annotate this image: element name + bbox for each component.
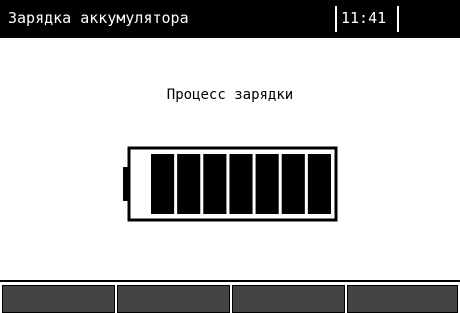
- softkey-2[interactable]: [117, 285, 230, 313]
- charging-status-text: Процесс зарядки: [166, 87, 294, 103]
- battery-segment: [151, 154, 175, 214]
- softkey-divider: [0, 280, 460, 282]
- battery-segment: [307, 154, 331, 214]
- device-screen: Зарядка аккумулятора 11:41 Процесс заряд…: [0, 0, 460, 313]
- clock: 11:41: [341, 9, 387, 27]
- clock-cursor: [397, 6, 399, 32]
- battery-segment: [229, 154, 253, 214]
- battery-charge-indicator: [123, 145, 339, 223]
- softkey-1[interactable]: [2, 285, 115, 313]
- battery-segment: [177, 154, 201, 214]
- screen-title: Зарядка аккумулятора: [8, 9, 189, 27]
- softkey-bar: [0, 280, 460, 313]
- battery-segment: [203, 154, 227, 214]
- battery-segment: [255, 154, 279, 214]
- softkey-4[interactable]: [347, 285, 458, 313]
- battery-segment: [281, 154, 305, 214]
- title-separator: [335, 6, 337, 32]
- softkey-3[interactable]: [232, 285, 345, 313]
- battery-icon: [123, 146, 338, 222]
- title-bar: Зарядка аккумулятора 11:41: [0, 0, 460, 38]
